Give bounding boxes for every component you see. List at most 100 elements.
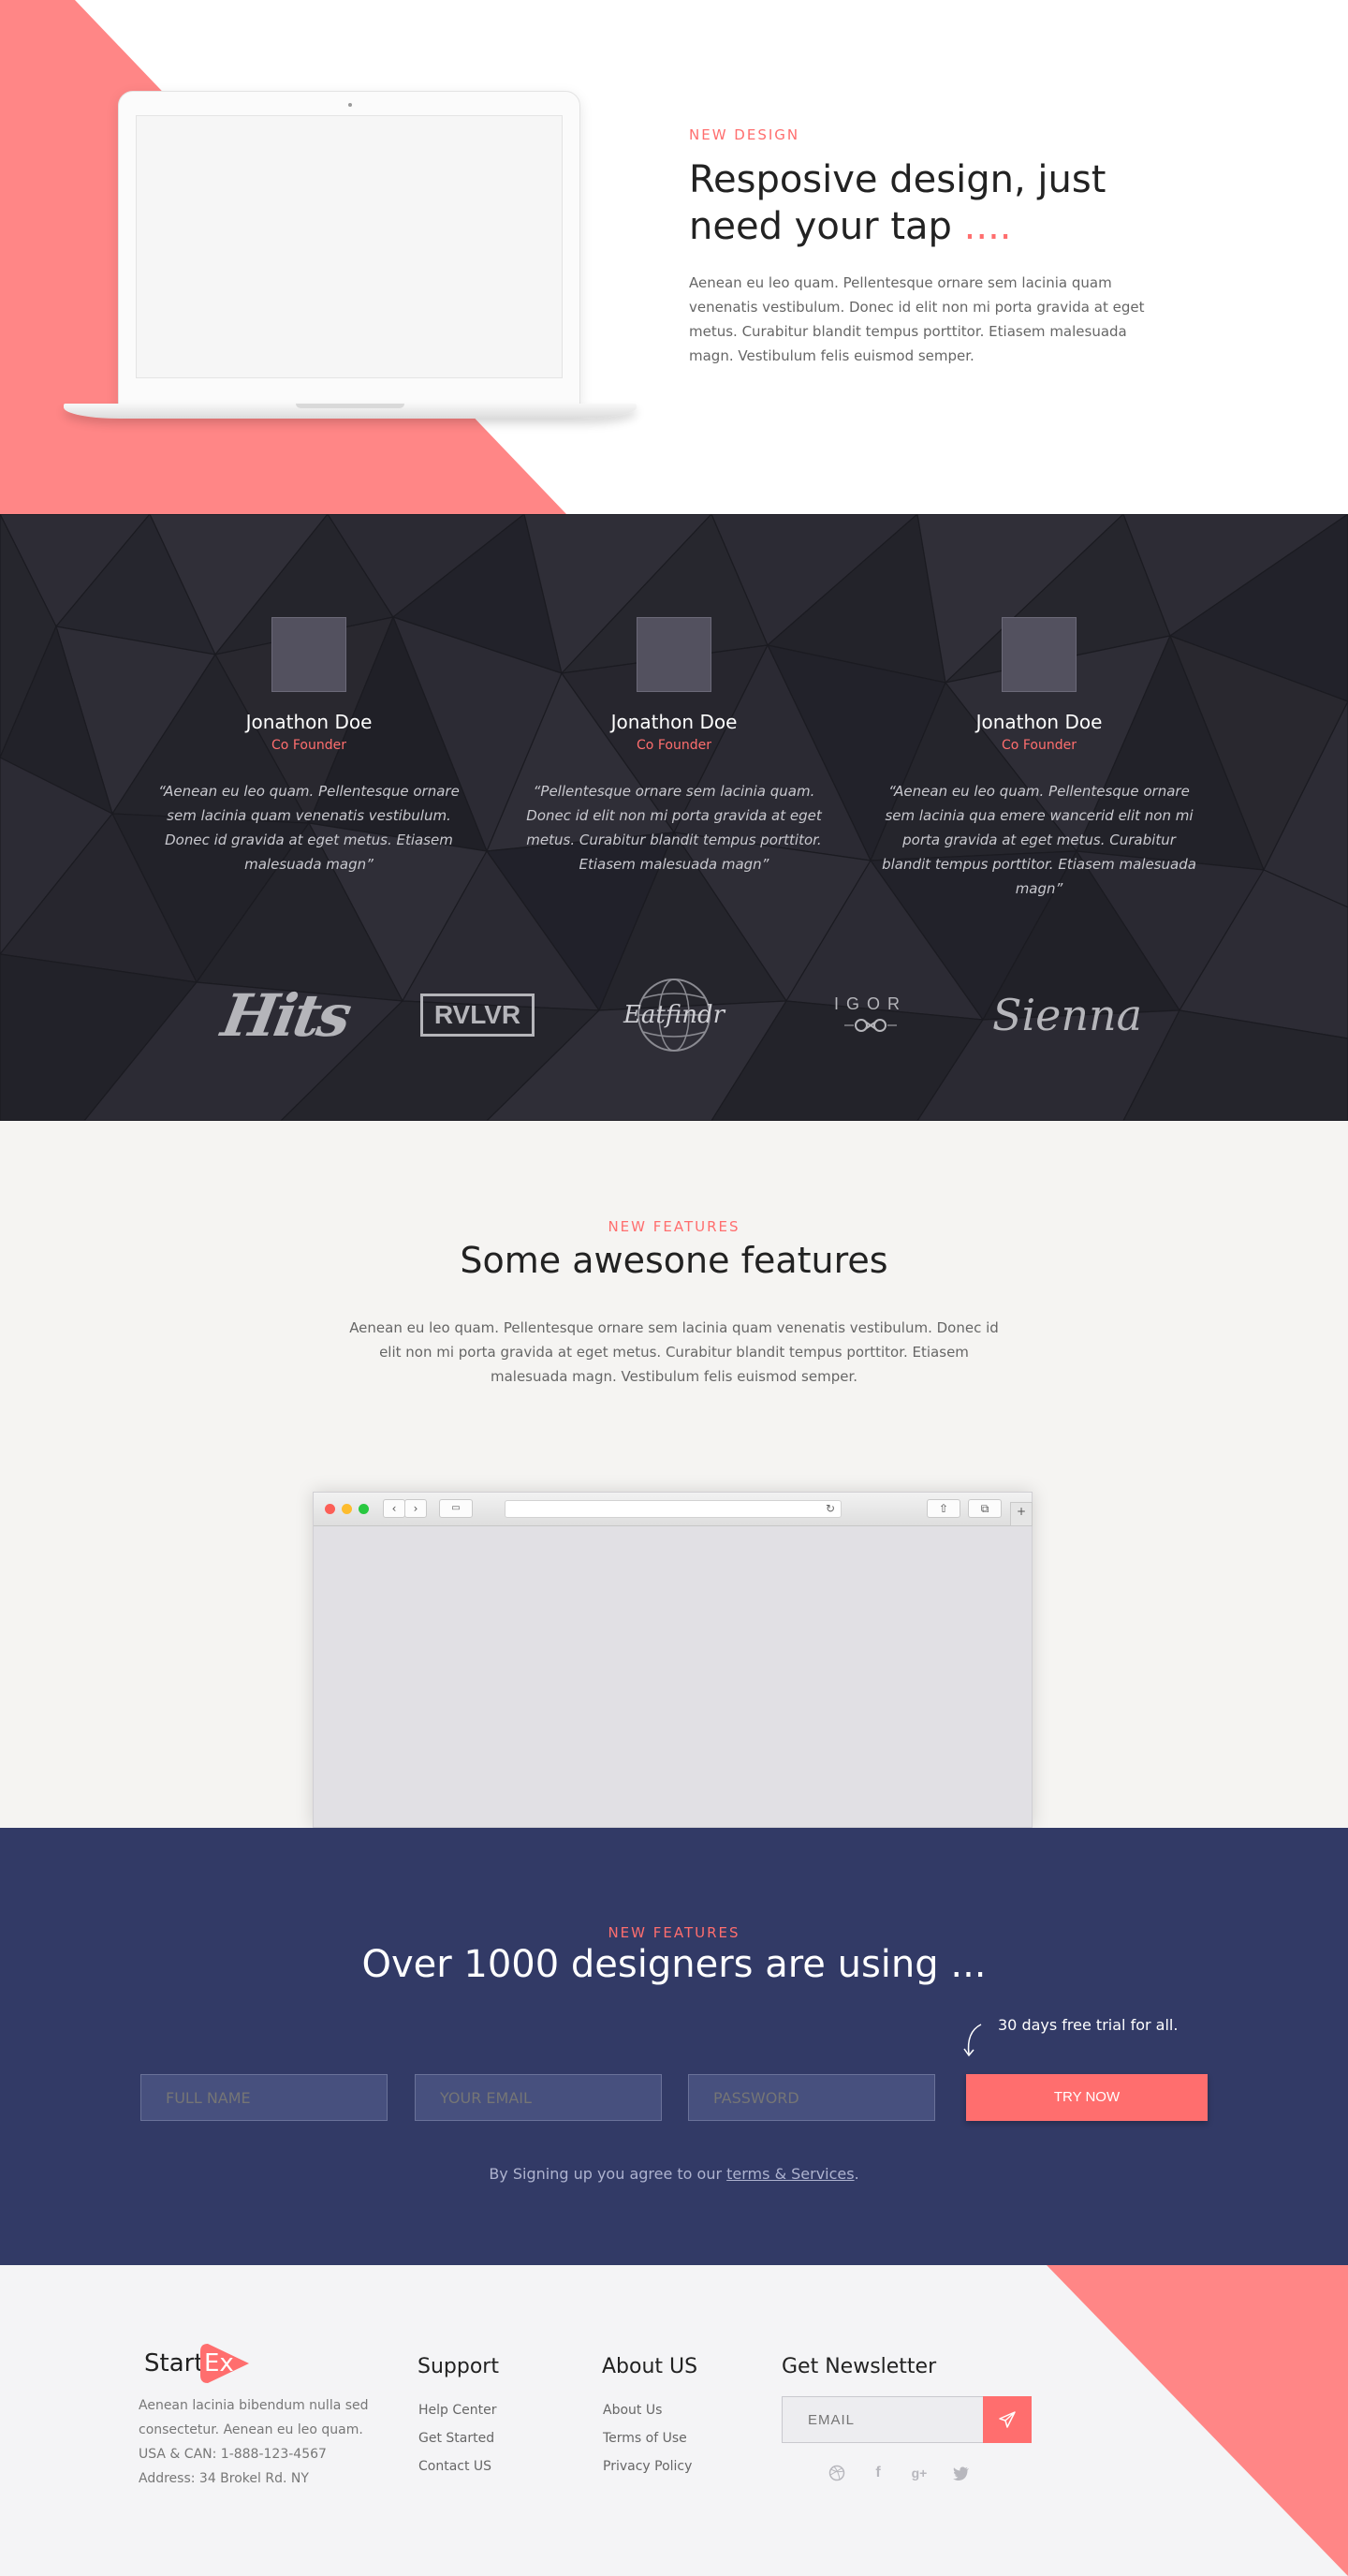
newsletter-email-input[interactable] [782,2396,984,2443]
logo-hits: Hits [215,964,356,1067]
send-icon [999,2411,1016,2428]
trial-note: 30 days free trial for all. [998,2016,1179,2034]
back-icon: ‹ [383,1499,405,1518]
features-paragraph: Aenean eu leo quam. Pellentesque ornare … [349,1319,999,1385]
laptop-base [64,404,637,419]
laptop-camera [348,103,352,107]
team-member-card: Jonathon Doe Co Founder “Aenean eu leo q… [880,617,1198,901]
terms-prefix: By Signing up you agree to our [489,2165,727,2183]
footer-about-line: consectetur. Aenean eu leo quam. [139,2422,363,2437]
team-section: Jonathon Doe Co Founder “Aenean eu leo q… [0,514,1348,1121]
facebook-icon[interactable]: f [867,2462,889,2484]
terms-link[interactable]: terms & Services [726,2165,854,2183]
support-title: Support [418,2355,499,2378]
features-eyebrow: NEW FEATURES [608,1218,740,1235]
member-quote: “Aenean eu leo quam. Pellentesque ornare… [882,783,1196,897]
member-role: Co Founder [1002,738,1077,753]
brand-ex: Ex [204,2349,234,2377]
tabs-icon: ⧉ [968,1499,1002,1518]
dribbble-icon[interactable] [826,2462,848,2484]
sidebar-icon: ▭ [439,1499,473,1518]
footer-phone: USA & CAN: 1-888-123-4567 [139,2447,327,2462]
laptop-body [118,91,580,407]
laptop-notch [296,404,404,408]
signup-section: NEW FEATURES Over 1000 designers are usi… [0,1828,1348,2265]
password-field[interactable] [688,2074,935,2121]
laptop-screen [136,115,563,378]
footer-accent-shape [1047,2265,1348,2576]
member-name: Jonathon Doe [975,711,1103,733]
features-section: NEW FEATURES Some awesone features Aenea… [0,1121,1348,1828]
minimize-dot-icon [342,1504,352,1514]
forward-icon: › [404,1499,427,1518]
logo-rvlvr: RVLVR [419,964,535,1067]
hero-title-line1: Resposive design, just [689,158,1106,201]
hero-title: Resposive design, just need your tap ...… [689,156,1176,250]
member-name: Jonathon Doe [245,711,373,733]
reload-icon: ↻ [825,1502,835,1515]
team-members: Jonathon Doe Co Founder “Aenean eu leo q… [0,617,1348,898]
member-quote: “Pellentesque ornare sem lacinia quam. D… [526,783,822,873]
features-title: Some awesone features [460,1240,888,1281]
team-member-card: Jonathon Doe Co Founder “Aenean eu leo q… [150,617,468,876]
footer-link-terms[interactable]: Terms of Use [603,2424,692,2452]
footer: Start Ex Aenean lacinia bibendum nulla s… [0,2265,1348,2576]
footer-link-privacy[interactable]: Privacy Policy [603,2452,692,2480]
footer-link-get-started[interactable]: Get Started [418,2424,497,2452]
hero-eyebrow: NEW DESIGN [689,126,800,143]
close-dot-icon [325,1504,335,1514]
maximize-dot-icon [359,1504,369,1514]
avatar [271,617,346,692]
brand-start: Start [144,2349,204,2377]
share-icon: ⇧ [927,1499,960,1518]
avatar [637,617,711,692]
signup-title: Over 1000 designers are using ... [361,1943,987,1986]
newsletter-submit-button[interactable] [983,2396,1032,2443]
hero-title-line2: need your tap [689,205,964,248]
hero-text: NEW DESIGN Resposive design, just need y… [689,126,1176,368]
member-quote: “Aenean eu leo quam. Pellentesque ornare… [158,783,460,873]
new-tab-icon: + [1010,1502,1033,1526]
browser-toolbar: ‹ › ▭ ↻ ⇧ ⧉ + [314,1493,1033,1526]
footer-about: Aenean lacinia bibendum nulla sed consec… [139,2393,373,2491]
twitter-icon[interactable] [950,2462,973,2484]
signup-eyebrow: NEW FEATURES [608,1924,740,1941]
google-plus-icon[interactable]: g+ [908,2462,930,2484]
curved-arrow-icon [963,2024,982,2057]
logo-hits-text: Hits [216,980,355,1050]
client-logos: Hits RVLVR Eatfindr IGOR Sienna [0,964,1348,1067]
hero-section: NEW DESIGN Resposive design, just need y… [0,0,1348,514]
logo-sienna: Sienna [992,964,1142,1067]
terms-text: By Signing up you agree to our terms & S… [0,2165,1348,2183]
try-now-button[interactable]: TRY NOW [966,2074,1208,2121]
logo-eatfindr-text: Eatfindr [623,1001,725,1029]
logo-sienna-text: Sienna [991,990,1143,1040]
team-member-card: Jonathon Doe Co Founder “Pellentesque or… [515,617,833,876]
address-bar: ↻ [505,1500,842,1518]
footer-link-help-center[interactable]: Help Center [418,2396,497,2424]
laptop-mockup [64,91,637,423]
hero-title-dots: .... [963,205,1012,248]
footer-link-about[interactable]: About Us [603,2396,692,2424]
footer-about-line: Aenean lacinia bibendum nulla sed [139,2398,369,2413]
logo-igor: IGOR [819,964,922,1067]
footer-address: Address: 34 Brokel Rd. NY [139,2471,309,2486]
support-links: Help Center Get Started Contact US [418,2396,497,2480]
about-links: About Us Terms of Use Privacy Policy [603,2396,692,2480]
footer-link-contact[interactable]: Contact US [418,2452,497,2480]
email-field[interactable] [415,2074,662,2121]
logo-eatfindr: Eatfindr [618,964,730,1067]
full-name-field[interactable] [140,2074,388,2121]
hero-paragraph: Aenean eu leo quam. Pellentesque ornare … [689,274,1145,364]
avatar [1002,617,1077,692]
logo-igor-text: IGOR [833,994,907,1013]
scissors-icon [844,1018,897,1032]
member-role: Co Founder [637,738,711,753]
member-name: Jonathon Doe [610,711,738,733]
member-role: Co Founder [271,738,346,753]
about-title: About US [602,2355,698,2378]
browser-mockup: ‹ › ▭ ↻ ⇧ ⧉ + [313,1492,1033,1828]
newsletter-title: Get Newsletter [782,2355,937,2378]
terms-suffix: . [854,2165,859,2183]
logo-rvlvr-text: RVLVR [419,994,535,1037]
